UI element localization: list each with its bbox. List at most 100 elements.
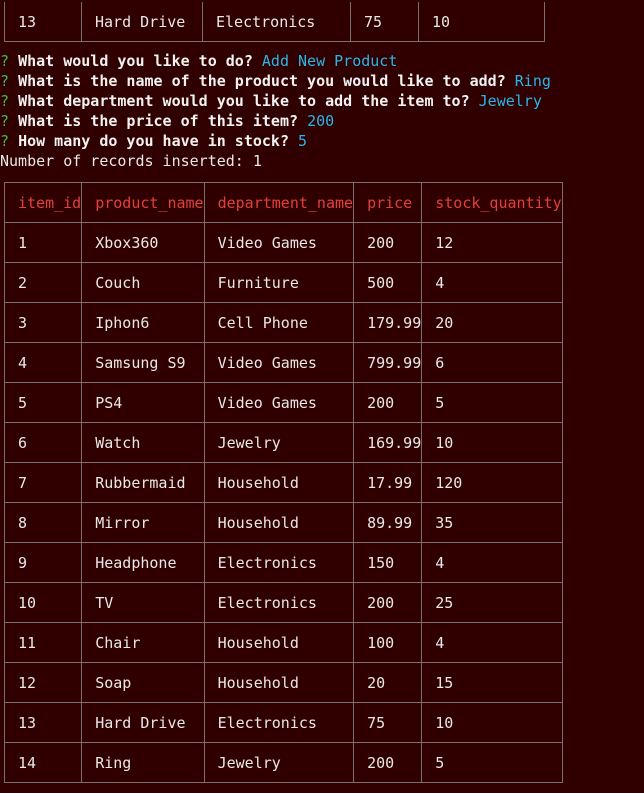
cell-item-id: 3 <box>3 302 83 343</box>
table-row: 3 Iphon6 Cell Phone 179.99 20 <box>3 302 563 343</box>
cell-stock-quantity: 4 <box>421 542 563 583</box>
prompt-mark: ? <box>0 112 10 130</box>
table-body: 1 Xbox360 Video Games 200 12 2 Couch Furniture 5… <box>3 222 563 783</box>
cell-product-name: Watch <box>81 422 205 463</box>
prompt-question: What department would you like to add th… <box>18 92 470 110</box>
prompt-line-department: ? What department would you like to add … <box>0 91 644 111</box>
cell-product-name: Hard Drive <box>81 2 203 42</box>
cell-item-id: 10 <box>3 582 83 623</box>
previous-table-row: 13 Hard Drive Electronics 75 10 <box>4 2 545 42</box>
cell-product-name: Soap <box>81 662 205 703</box>
cell-product-name: Rubbermaid <box>81 462 205 503</box>
cell-product-name: Headphone <box>81 542 205 583</box>
cell-price: 179.99 <box>353 302 423 343</box>
cell-item-id: 9 <box>3 542 83 583</box>
cell-stock-quantity: 10 <box>421 702 563 743</box>
cell-price: 799.99 <box>353 342 423 383</box>
prompt-line-stock: ? How many do you have in stock? 5 <box>0 131 644 151</box>
cell-department-name: Video Games <box>203 342 355 383</box>
cell-product-name: PS4 <box>81 382 205 423</box>
table-row: 6 Watch Jewelry 169.99 10 <box>3 422 563 463</box>
cell-product-name: Couch <box>81 262 205 303</box>
cell-stock-quantity: 20 <box>421 302 563 343</box>
prompt-question: What is the price of this item? <box>18 112 299 130</box>
terminal-output: 13 Hard Drive Electronics 75 10 ? What w… <box>0 0 644 793</box>
prompt-question: What would you like to do? <box>18 52 253 70</box>
cell-product-name: Mirror <box>81 502 205 543</box>
prompt-answer: 200 <box>307 112 335 130</box>
cell-stock-quantity: 4 <box>421 262 563 303</box>
prompt-mark: ? <box>0 92 10 110</box>
cell-price: 20 <box>353 662 423 703</box>
header-item-id: item_id <box>3 182 83 223</box>
cell-stock-quantity: 35 <box>421 502 563 543</box>
cell-price: 150 <box>353 542 423 583</box>
prompt-line-action: ? What would you like to do? Add New Pro… <box>0 51 644 71</box>
cell-price: 200 <box>353 742 423 783</box>
products-table: item_id product_name department_name pri… <box>3 182 563 783</box>
cell-price: 169.99 <box>353 422 423 463</box>
cell-stock-quantity: 120 <box>421 462 563 503</box>
status-message: Number of records inserted: 1 <box>0 152 262 170</box>
table-row: 14 Ring Jewelry 200 5 <box>3 742 563 783</box>
cell-item-id: 11 <box>3 622 83 663</box>
cell-product-name: Ring <box>81 742 205 783</box>
cell-department-name: Electronics <box>203 542 355 583</box>
table-row: 13 Hard Drive Electronics 75 10 <box>3 702 563 743</box>
cell-item-id: 12 <box>3 662 83 703</box>
prompt-mark: ? <box>0 132 10 150</box>
cell-stock-quantity: 12 <box>421 222 563 263</box>
cell-product-name: Chair <box>81 622 205 663</box>
cell-item-id: 14 <box>3 742 83 783</box>
prompt-mark: ? <box>0 52 10 70</box>
cell-price: 75 <box>353 702 423 743</box>
cell-product-name: Samsung S9 <box>81 342 205 383</box>
prompt-question: How many do you have in stock? <box>18 132 289 150</box>
prompt-question: What is the name of the product you woul… <box>18 72 506 90</box>
cell-department-name: Jewelry <box>203 742 355 783</box>
cell-stock-quantity: 25 <box>421 582 563 623</box>
cell-product-name: Xbox360 <box>81 222 205 263</box>
cell-price: 17.99 <box>353 462 423 503</box>
table-row: 8 Mirror Household 89.99 35 <box>3 502 563 543</box>
cell-stock-quantity: 10 <box>421 422 563 463</box>
cell-department-name: Video Games <box>203 222 355 263</box>
cell-stock-quantity: 5 <box>421 742 563 783</box>
prompt-area: ? What would you like to do? Add New Pro… <box>0 51 644 171</box>
table-row: 13 Hard Drive Electronics 75 10 <box>4 2 545 42</box>
cell-item-id: 2 <box>3 262 83 303</box>
cell-department-name: Electronics <box>203 702 355 743</box>
prompt-answer: Add New Product <box>261 52 398 70</box>
cell-department-name: Video Games <box>203 382 355 423</box>
table-row: 1 Xbox360 Video Games 200 12 <box>3 222 563 263</box>
cell-product-name: TV <box>81 582 205 623</box>
cell-department-name: Jewelry <box>203 422 355 463</box>
cell-department-name: Electronics <box>202 2 351 42</box>
prompt-mark: ? <box>0 72 10 90</box>
cell-price: 200 <box>353 222 423 263</box>
header-price: price <box>353 182 423 223</box>
prompt-line-price: ? What is the price of this item? 200 <box>0 111 644 131</box>
cell-price: 200 <box>353 582 423 623</box>
header-department-name: department_name <box>203 182 355 223</box>
cell-item-id: 6 <box>3 422 83 463</box>
prompt-answer: Jewelry <box>478 92 542 110</box>
table-row: 9 Headphone Electronics 150 4 <box>3 542 563 583</box>
cell-item-id: 8 <box>3 502 83 543</box>
cell-stock-quantity: 5 <box>421 382 563 423</box>
cell-item-id: 7 <box>3 462 83 503</box>
table-header-row: item_id product_name department_name pri… <box>3 182 563 223</box>
header-product-name: product_name <box>81 182 205 223</box>
table-row: 11 Chair Household 100 4 <box>3 622 563 663</box>
cell-department-name: Cell Phone <box>203 302 355 343</box>
cell-price: 89.99 <box>353 502 423 543</box>
cell-stock-quantity: 4 <box>421 622 563 663</box>
cell-item-id: 13 <box>3 702 83 743</box>
table-row: 5 PS4 Video Games 200 5 <box>3 382 563 423</box>
cell-price: 500 <box>353 262 423 303</box>
cell-item-id: 1 <box>3 222 83 263</box>
table-row: 7 Rubbermaid Household 17.99 120 <box>3 462 563 503</box>
cell-item-id: 4 <box>3 342 83 383</box>
cell-department-name: Furniture <box>203 262 355 303</box>
cell-department-name: Household <box>203 662 355 703</box>
